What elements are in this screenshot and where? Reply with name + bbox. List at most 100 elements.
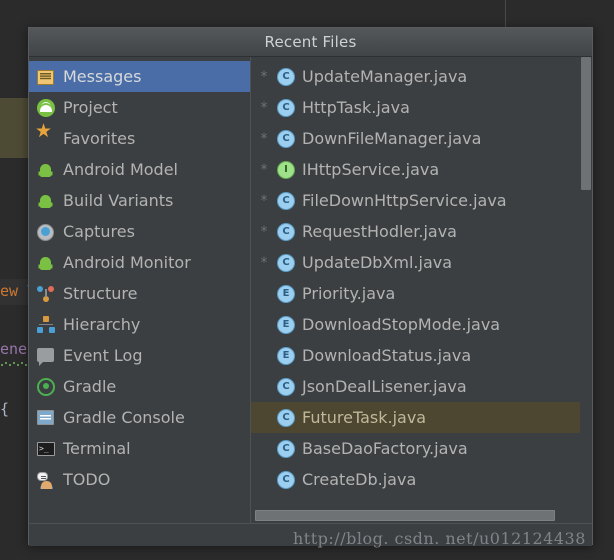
file-name-label: DownloadStatus.java (302, 346, 472, 365)
tool-window-item-label: Android Model (63, 160, 178, 179)
tool-window-item-captures[interactable]: Captures (29, 216, 250, 247)
file-list-item[interactable]: * C UpdateManager.java (251, 61, 592, 92)
editor-code-line-3: { (0, 400, 10, 418)
tool-window-item-terminal[interactable]: >_ Terminal (29, 433, 250, 464)
file-name-label: Priority.java (302, 284, 396, 303)
modified-marker-icon: * (260, 254, 268, 271)
tool-window-list[interactable]: Messages Project ★ Favorites Android Model Bu… (29, 57, 251, 523)
tool-window-item-label: Structure (63, 284, 138, 303)
modified-marker-icon: * (260, 68, 268, 85)
java-class-icon: C (277, 222, 295, 241)
file-list-item[interactable]: * C DownFileManager.java (251, 123, 592, 154)
tool-window-item-messages[interactable]: Messages (29, 61, 250, 92)
java-class-icon: C (277, 377, 295, 396)
event-log-icon (35, 346, 57, 366)
file-list-item[interactable]: C BaseDaoFactory.java (251, 433, 592, 464)
horizontal-scrollbar-thumb[interactable] (255, 510, 555, 521)
hierarchy-icon (35, 315, 57, 335)
android-robot-icon (35, 160, 57, 180)
editor-highlight-band (0, 98, 28, 158)
file-list-item[interactable]: C JsonDealLisener.java (251, 371, 592, 402)
vertical-scrollbar[interactable] (580, 57, 592, 523)
tool-window-item-structure[interactable]: Structure (29, 278, 250, 309)
file-name-label: CreateDb.java (302, 470, 417, 489)
modified-marker-icon: * (260, 161, 268, 178)
captures-icon (35, 222, 57, 242)
structure-icon (35, 284, 57, 304)
file-list-item[interactable]: E Priority.java (251, 278, 592, 309)
star-icon: ★ (35, 119, 53, 142)
file-list-item[interactable]: * I IHttpService.java (251, 154, 592, 185)
java-class-icon: C (277, 470, 295, 489)
file-list-item[interactable]: E DownloadStopMode.java (251, 309, 592, 340)
terminal-icon: >_ (35, 439, 57, 459)
file-name-label: RequestHodler.java (302, 222, 457, 241)
tool-window-item-hierarchy[interactable]: Hierarchy (29, 309, 250, 340)
java-class-icon: C (277, 98, 295, 117)
file-rows-container: * C UpdateManager.java * C HttpTask.java * C Dow… (251, 61, 592, 495)
tool-window-item-label: Hierarchy (63, 315, 141, 334)
modified-marker-icon: * (260, 192, 268, 209)
file-name-label: FileDownHttpService.java (302, 191, 507, 210)
modified-marker-icon: * (260, 130, 268, 147)
tool-window-item-label: TODO (63, 470, 111, 489)
tool-window-item-gradle-console[interactable]: Gradle Console (29, 402, 250, 433)
java-class-icon: C (277, 253, 295, 272)
tool-window-item-event-log[interactable]: Event Log (29, 340, 250, 371)
dialog-title: Recent Files (264, 33, 357, 51)
editor-vertical-guide (505, 0, 506, 27)
java-enum-icon: E (277, 284, 295, 303)
file-name-label: HttpTask.java (302, 98, 410, 117)
tool-window-item-label: Terminal (63, 439, 131, 458)
tool-window-item-favorites[interactable]: ★ Favorites (29, 119, 250, 154)
java-class-icon: C (277, 439, 295, 458)
tool-window-item-label: Gradle Console (63, 408, 185, 427)
file-name-label: DownFileManager.java (302, 129, 482, 148)
file-list-item[interactable]: C FutureTask.java (251, 402, 592, 433)
messages-icon (35, 67, 57, 87)
tool-window-item-gradle[interactable]: Gradle (29, 371, 250, 402)
file-name-label: FutureTask.java (302, 408, 427, 427)
editor-error-squiggle (0, 362, 28, 366)
tool-window-item-label: Captures (63, 222, 135, 241)
editor-keyword-fragment: ew (0, 282, 19, 300)
tool-window-item-build-variants[interactable]: Build Variants (29, 185, 250, 216)
file-list-item[interactable]: E DownloadStatus.java (251, 340, 592, 371)
java-class-icon: C (277, 129, 295, 148)
java-interface-icon: I (277, 160, 295, 179)
java-class-icon: C (277, 408, 295, 427)
java-class-icon: C (277, 67, 295, 86)
tool-window-item-todo[interactable]: TODO (29, 464, 250, 495)
file-name-label: IHttpService.java (302, 160, 440, 179)
file-list-item[interactable]: * C HttpTask.java (251, 92, 592, 123)
file-name-label: UpdateDbXml.java (302, 253, 453, 272)
modified-marker-icon: * (260, 99, 268, 116)
horizontal-scrollbar[interactable] (251, 509, 592, 523)
tool-window-item-label: Messages (63, 67, 142, 86)
tool-window-item-label: Event Log (63, 346, 143, 365)
vertical-scrollbar-thumb[interactable] (581, 57, 591, 190)
android-project-icon (35, 98, 57, 118)
editor-code-line-2: ene (0, 340, 28, 358)
file-list-item[interactable]: * C FileDownHttpService.java (251, 185, 592, 216)
tool-window-item-android-monitor[interactable]: Android Monitor (29, 247, 250, 278)
android-robot-icon (35, 253, 57, 273)
tool-window-item-label: Build Variants (63, 191, 174, 210)
android-robot-icon (35, 191, 57, 211)
modified-marker-icon: * (260, 223, 268, 240)
recent-files-list[interactable]: * C UpdateManager.java * C HttpTask.java * C Dow… (251, 57, 592, 523)
tool-window-item-project[interactable]: Project (29, 92, 250, 123)
todo-icon (35, 470, 57, 490)
gradle-icon (35, 377, 57, 397)
java-enum-icon: E (277, 346, 295, 365)
recent-files-dialog: Recent Files Messages Project ★ Favorites An… (28, 27, 593, 546)
screen: ew T ene { Recent Files MessagesProject★… (0, 0, 614, 560)
watermark-text: http://blog. csdn. net/u012124438 (293, 529, 586, 548)
tool-window-item-label: Project (63, 98, 118, 117)
file-list-item[interactable]: * C RequestHodler.java (251, 216, 592, 247)
file-list-item[interactable]: C CreateDb.java (251, 464, 592, 495)
file-list-item[interactable]: * C UpdateDbXml.java (251, 247, 592, 278)
dialog-titlebar: Recent Files (29, 28, 592, 57)
file-name-label: DownloadStopMode.java (302, 315, 501, 334)
tool-window-item-android-model[interactable]: Android Model (29, 154, 250, 185)
